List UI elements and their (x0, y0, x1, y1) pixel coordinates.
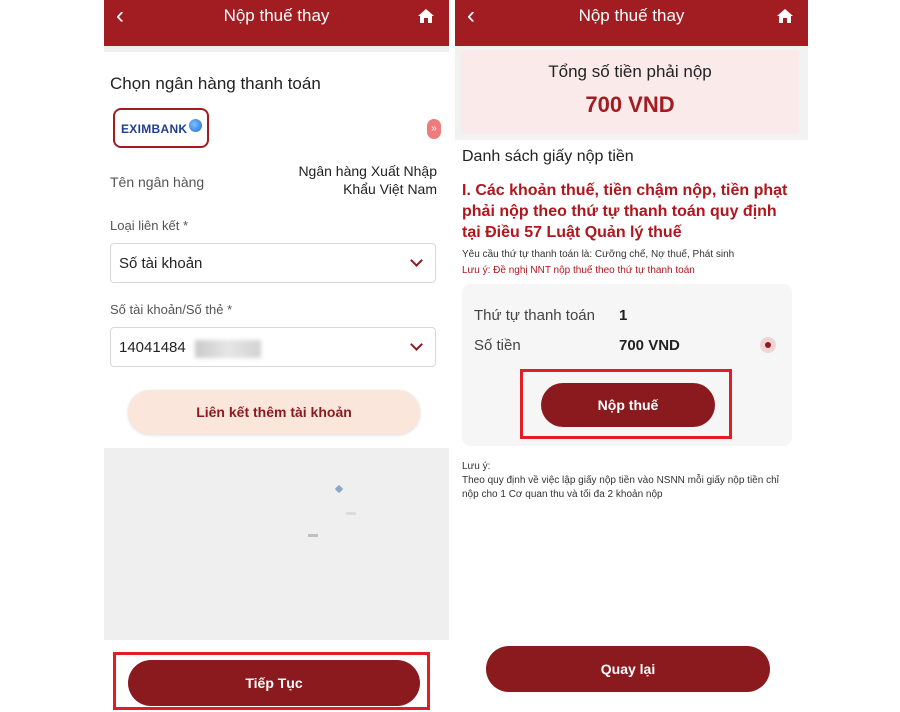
header: ‹ Nộp thuế thay (104, 0, 449, 46)
requirement-text: Yêu cầu thứ tự thanh toán là: Cưỡng chế,… (462, 249, 735, 260)
amount-label: Số tiền (474, 337, 521, 354)
order-label: Thứ tự thanh toán (474, 307, 595, 324)
header: ‹ Nộp thuế thay (455, 0, 808, 46)
section-title: Chọn ngân hàng thanh toán (110, 74, 321, 93)
tax-category-heading: I. Các khoản thuế, tiền chậm nộp, tiền p… (462, 182, 788, 241)
bank-logo-text: EXIMBANK (121, 122, 188, 136)
list-title: Danh sách giấy nộp tiền (462, 148, 634, 165)
reminder-text: Lưu ý: Đề nghị NNT nộp thuế theo thứ tự … (462, 265, 695, 276)
bank-name-label: Tên ngân hàng (110, 174, 205, 190)
link-more-account-button[interactable]: Liên kết thêm tài khoản (128, 390, 420, 434)
note-title: Lưu ý: (462, 461, 491, 472)
header-title: Nộp thuế thay (578, 6, 685, 25)
link-type-select[interactable]: Số tài khoản (110, 243, 436, 283)
loading-dash (346, 512, 356, 515)
loading-indicator (302, 482, 362, 552)
account-select[interactable]: 14041484 (110, 327, 436, 367)
account-value: 14041484 (119, 339, 186, 356)
back-button[interactable]: Quay lại (486, 646, 770, 692)
header-title: Nộp thuế thay (223, 6, 330, 25)
continue-button[interactable]: Tiếp Tục (128, 660, 420, 706)
link-type-label: Loại liên kết * (110, 218, 189, 233)
home-icon[interactable] (417, 8, 435, 24)
total-value: 700 VND (585, 92, 675, 117)
chevron-down-icon (410, 338, 423, 351)
bank-name-value: Ngân hàng Xuất Nhập Khẩu Việt Nam (298, 163, 437, 197)
amount-value: 700 VND (619, 337, 680, 354)
total-amount-box: Tổng số tiền phải nộp 700 VND (461, 50, 799, 134)
link-type-value: Số tài khoản (119, 255, 203, 272)
left-screen: ‹ Nộp thuế thay Chọn ngân hàng thanh toá… (104, 0, 449, 712)
masked-digits (195, 340, 261, 358)
select-radio-icon[interactable] (760, 337, 776, 353)
loading-dot (334, 484, 344, 494)
pay-tax-button[interactable]: Nộp thuế (541, 383, 715, 427)
order-value: 1 (619, 307, 628, 324)
globe-icon (189, 119, 202, 132)
scroll-indicator[interactable]: » (427, 119, 441, 139)
account-label: Số tài khoản/Số thẻ * (110, 302, 233, 317)
bank-logo[interactable]: EXIMBANK (113, 108, 209, 148)
note-body: Theo quy định về việc lập giấy nộp tiền … (462, 475, 779, 500)
loading-dash (308, 534, 318, 537)
home-icon[interactable] (776, 8, 794, 24)
total-label: Tổng số tiền phải nộp (548, 62, 712, 81)
right-screen: ‹ Nộp thuế thay Tổng số tiền phải nộp 70… (455, 0, 808, 712)
chevron-down-icon (410, 254, 423, 267)
